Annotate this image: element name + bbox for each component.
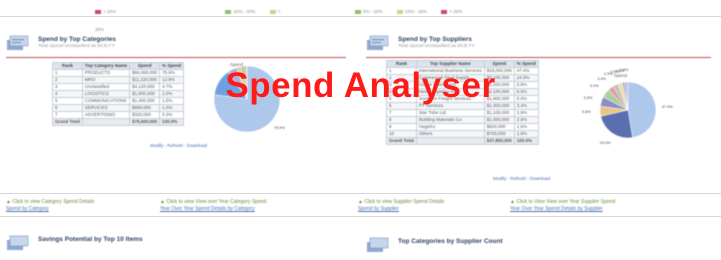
panel-links[interactable]: Modify - Refresh - Download	[493, 176, 550, 181]
legend-item: 10% - 20%	[396, 9, 427, 14]
table-row: 7 Star Tube Ltd $1,100,000 2.9%	[386, 109, 539, 117]
table-cell: Grand Total	[386, 137, 417, 145]
link-category-spend[interactable]: ▲ Click to view Category Spend Details	[6, 199, 94, 205]
panel-links[interactable]: Modify - Refresh - Download	[150, 143, 207, 148]
table-cell: 1.6%	[513, 123, 539, 131]
table-total-row: Grand Total $37,800,000 100.0%	[386, 137, 539, 145]
table-cell: $1,000,000	[483, 116, 515, 124]
table-cell: $600,000	[483, 123, 515, 131]
sublink[interactable]: Year Over Year Spend Details by Supplier	[510, 206, 603, 212]
table-cell: 8	[386, 116, 417, 124]
report-icon	[7, 35, 29, 50]
table-cell: 9	[386, 123, 417, 131]
table-cell: 100.0%	[159, 118, 185, 126]
table-cell: 7	[52, 111, 83, 119]
report-icon	[367, 237, 389, 252]
legend-item: 10% - 20%	[225, 9, 255, 14]
sublink[interactable]: Year Over Year Spend Details by Category	[160, 206, 255, 212]
table-cell: 2.6%	[513, 116, 539, 124]
report-icon	[7, 235, 29, 250]
table-cell: $75,600,000	[129, 118, 161, 126]
report-icon	[367, 35, 389, 50]
table-row: 9 Hegelco $600,000 1.6%	[386, 123, 539, 131]
section-title: Spend by Top Categories	[38, 36, 116, 43]
table-cell: $37,800,000	[483, 137, 515, 145]
section-subtitle: Total Spend unclassified as BCB FY	[398, 44, 475, 49]
bottom-right-section-header: Top Categories by Supplier Count	[366, 234, 706, 260]
right-section-header: Spend by Top Suppliers Total Spend uncla…	[366, 32, 711, 58]
table-row: 7 ADVERTISING $320,000 0.3%	[52, 111, 185, 119]
link-category-yoy[interactable]: ▲ Click to view View over Year Category …	[160, 199, 266, 205]
table-cell	[415, 137, 485, 145]
table-cell: Star Tube Ltd	[415, 109, 485, 117]
link-supplier-spend[interactable]: ▲ Click to view Supplier Spend Details	[358, 199, 444, 205]
table-row: 8 Building Materials Co $1,000,000 2.6%	[386, 116, 539, 124]
pie-label: 24.0%	[599, 141, 611, 146]
sublink[interactable]: Spend by Category	[6, 206, 49, 212]
table-cell: $700,000	[483, 130, 515, 138]
left-section-header: Spend by Top Categories Total Spend uncl…	[6, 32, 346, 58]
top-legend-left: < 10% 10% - 20% > 20%	[95, 0, 295, 36]
table-cell: 1.8%	[513, 130, 539, 138]
table-cell: 7	[386, 109, 417, 117]
link-supplier-yoy[interactable]: ▲ Click to View View over Year Supplier …	[510, 199, 615, 205]
bottom-left-section-header: Savings Potential by Top 10 Items	[6, 232, 346, 258]
sublink[interactable]: Spend by Supplier	[358, 206, 399, 212]
table-cell: $1,100,000	[483, 109, 515, 117]
pie-label: 75.9%	[274, 126, 285, 130]
table-row: 10 Others $700,000 1.8%	[386, 130, 539, 138]
table-cell: Grand Total	[52, 118, 83, 126]
table-cell: Others	[415, 130, 485, 138]
table-cell: 10	[386, 130, 417, 138]
section-subtitle: Total Spend unclassified as BCB FY	[38, 44, 115, 49]
table-cell: 100.0%	[513, 137, 539, 145]
table-total-row: Grand Total $75,600,000 100.0%	[52, 118, 185, 126]
pie-label: 5.8%	[582, 109, 591, 114]
table-cell: Building Materials Co	[415, 116, 485, 124]
legend-item: > 20%	[441, 9, 462, 14]
table-cell: 0.3%	[159, 111, 185, 119]
table-cell	[81, 118, 131, 126]
legend-item: < 10%	[95, 9, 116, 14]
section-title: Savings Potential by Top 10 Items	[38, 236, 143, 243]
table-cell: ADVERTISING	[81, 111, 131, 119]
section-title: Spend by Top Suppliers	[398, 36, 472, 43]
table-cell: 2.9%	[513, 109, 539, 117]
table-cell: Hegelco	[415, 123, 485, 131]
overlay-title: Spend Analyser	[225, 66, 496, 105]
section-title: Top Categories by Supplier Count	[398, 238, 503, 245]
table-cell: $320,000	[129, 111, 161, 119]
legend-item: 0% - 10%	[355, 9, 383, 14]
